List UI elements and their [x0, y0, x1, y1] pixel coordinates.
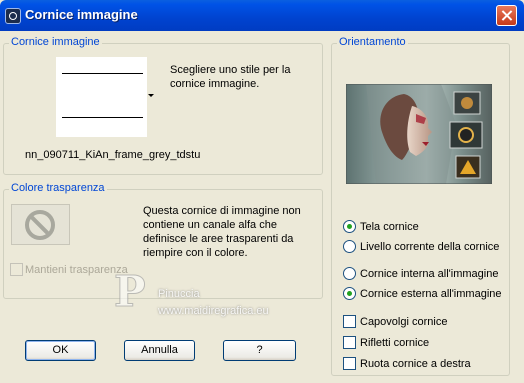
rifletti-label: Rifletti cornice [360, 337, 430, 349]
frame-preview-dropdown[interactable] [56, 57, 147, 137]
frame-thumbnail [62, 73, 143, 118]
keep-transparency-checkbox[interactable] [10, 263, 23, 276]
svg-text:P: P [114, 268, 146, 312]
watermark-p-glyph: P [114, 268, 147, 312]
watermark-line1: Pinuccia [158, 288, 200, 300]
watermark-line2: www.maidiregrafica.eu [158, 305, 269, 317]
prohibited-icon [25, 210, 55, 240]
close-button[interactable] [496, 5, 517, 26]
tela-cornice-label: Tela cornice [360, 221, 419, 233]
cancel-button[interactable]: Annulla [124, 340, 195, 361]
transparency-color-swatch [11, 204, 70, 245]
title-bar: Cornice immagine [0, 0, 524, 31]
orientation-group-label: Orientamento [337, 36, 408, 48]
ok-button[interactable]: OK [25, 340, 96, 361]
rifletti-checkbox[interactable] [343, 336, 356, 349]
app-icon [5, 8, 21, 24]
ruota-label: Ruota cornice a destra [360, 358, 471, 370]
capovolgi-checkbox[interactable] [343, 315, 356, 328]
frame-description: Scegliere uno stile per la cornice immag… [170, 64, 291, 90]
capovolgi-label: Capovolgi cornice [360, 316, 448, 328]
window-title: Cornice immagine [25, 7, 138, 22]
livello-corrente-radio[interactable] [343, 240, 356, 253]
livello-corrente-label: Livello corrente della cornice [360, 241, 500, 253]
cornice-esterna-label: Cornice esterna all'immagine [360, 288, 502, 300]
frame-name: nn_090711_KiAn_frame_grey_tdstuc [25, 149, 200, 161]
ruota-checkbox[interactable] [343, 357, 356, 370]
dropdown-arrow-icon[interactable] [148, 94, 154, 97]
cornice-esterna-radio[interactable] [343, 287, 356, 300]
cornice-interna-radio[interactable] [343, 267, 356, 280]
preview-artwork [346, 84, 492, 184]
orientation-preview-image [346, 84, 492, 184]
cornice-interna-label: Cornice interna all'immagine [360, 268, 499, 280]
transparency-info: Questa cornice di immagine non contiene … [143, 205, 301, 259]
help-button[interactable]: ? [223, 340, 296, 361]
transparency-group-label: Colore trasparenza [9, 182, 107, 194]
frame-group-label: Cornice immagine [9, 36, 102, 48]
tela-cornice-radio[interactable] [343, 220, 356, 233]
